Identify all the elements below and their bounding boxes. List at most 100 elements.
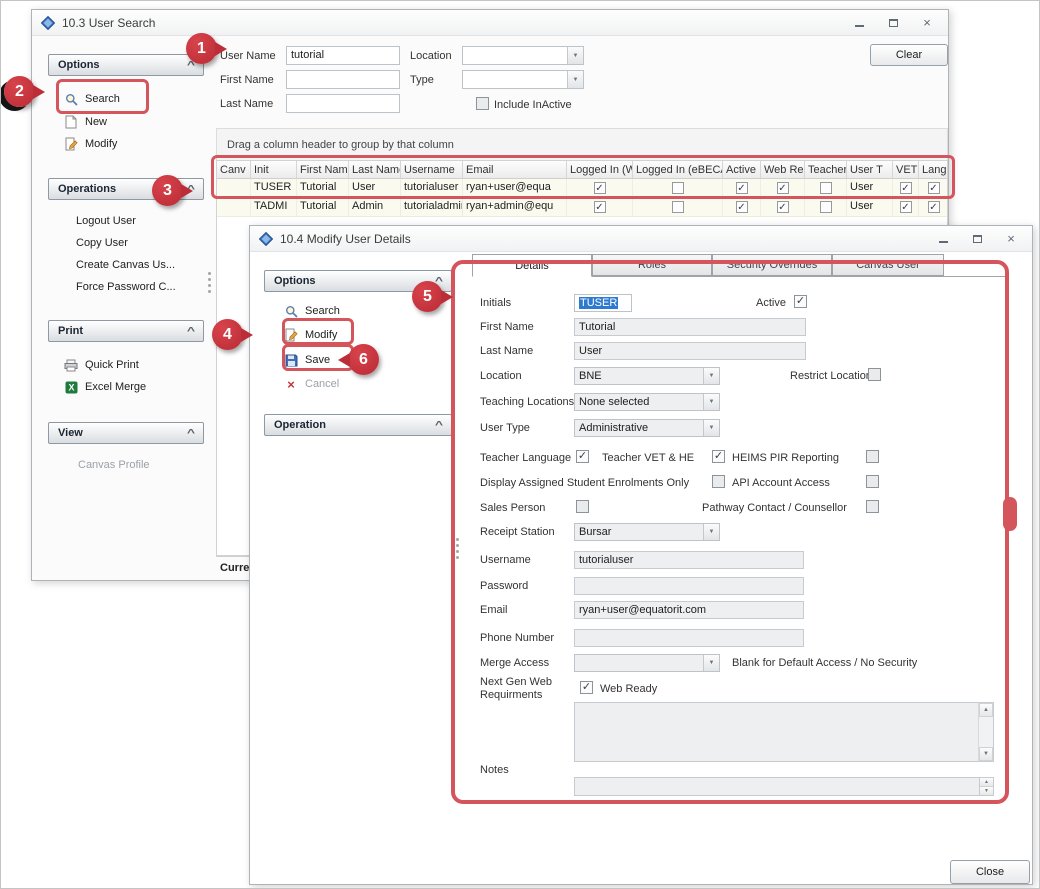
sidebar-item-excel-merge[interactable]: X Excel Merge xyxy=(64,378,146,396)
column-header-active[interactable]: Active xyxy=(723,161,761,178)
receipt-station-dropdown[interactable]: Bursar ▼ xyxy=(574,523,720,541)
close-button[interactable]: × xyxy=(1004,233,1018,245)
table-row[interactable]: TUSER Tutorial User tutorialuser ryan+us… xyxy=(217,179,947,198)
column-header-user-type[interactable]: User T xyxy=(847,161,893,178)
active-checkbox[interactable]: ✓ xyxy=(794,295,807,308)
sidebar-item-force-password[interactable]: Force Password C... xyxy=(76,278,176,296)
minimize-button[interactable] xyxy=(852,17,866,29)
cell-first-name: Tutorial xyxy=(297,179,349,197)
table-row[interactable]: TADMI Tutorial Admin tutorialadmin ryan+… xyxy=(217,198,947,217)
column-header-last-name[interactable]: Last Name xyxy=(349,161,401,178)
sidebar-item-modify[interactable]: Modify xyxy=(64,135,117,153)
options-group-header[interactable]: Options ^ xyxy=(48,54,204,76)
column-header-email[interactable]: Email xyxy=(463,161,567,178)
type-dropdown[interactable]: ▼ xyxy=(462,70,584,89)
dropdown-button[interactable]: ▼ xyxy=(703,394,719,410)
column-header-language[interactable]: Langua xyxy=(919,161,948,178)
maximize-button[interactable] xyxy=(886,17,900,29)
column-header-label: Email xyxy=(466,164,494,176)
edit-icon xyxy=(284,328,298,342)
sidebar-item-cancel[interactable]: × Cancel xyxy=(284,375,339,393)
app-icon xyxy=(41,16,55,30)
sidebar-item-quick-print[interactable]: Quick Print xyxy=(64,356,139,374)
api-access-checkbox[interactable] xyxy=(866,475,879,488)
teaching-locations-dropdown[interactable]: None selected ▼ xyxy=(574,393,720,411)
checkbox xyxy=(820,182,832,194)
restrict-location-checkbox[interactable] xyxy=(868,368,881,381)
sales-person-label: Sales Person xyxy=(480,502,545,514)
phone-number-input[interactable] xyxy=(574,629,804,647)
sidebar-item-canvas-profile[interactable]: Canvas Profile xyxy=(78,456,150,474)
first-name-input[interactable]: Tutorial xyxy=(574,318,806,336)
teacher-vet-checkbox[interactable]: ✓ xyxy=(712,450,725,463)
scroll-down-icon[interactable]: ▼ xyxy=(979,747,993,761)
close-dialog-button[interactable]: Close xyxy=(950,860,1030,884)
pathway-contact-checkbox[interactable] xyxy=(866,500,879,513)
notes-input[interactable]: ▲ ▼ xyxy=(574,777,994,796)
column-header-vet[interactable]: VET xyxy=(893,161,919,178)
spin-down-icon[interactable]: ▼ xyxy=(980,787,993,795)
dropdown-button[interactable]: ▼ xyxy=(567,47,583,64)
last-name-input[interactable]: User xyxy=(574,342,806,360)
column-header-init[interactable]: Init xyxy=(251,161,297,178)
username-input[interactable]: tutorialuser xyxy=(574,551,804,569)
operation-group-header[interactable]: Operation ^ xyxy=(264,414,452,436)
sidebar-item-search[interactable]: Search xyxy=(64,90,120,108)
nextgen-notes-textarea[interactable]: ▲ ▼ xyxy=(574,702,994,762)
notes-scrollbar[interactable]: ▲ ▼ xyxy=(978,703,993,761)
tab-security-overrides[interactable]: Security Overrides xyxy=(712,254,832,276)
column-header-web-ready[interactable]: Web Rea xyxy=(761,161,805,178)
display-assigned-checkbox[interactable] xyxy=(712,475,725,488)
column-header-logged-in-web[interactable]: Logged In (W xyxy=(567,161,633,178)
merge-access-dropdown[interactable]: ▼ xyxy=(574,654,720,672)
location-dropdown[interactable]: ▼ xyxy=(462,46,584,65)
dropdown-button[interactable]: ▼ xyxy=(567,71,583,88)
sidebar-item-logout-user[interactable]: Logout User xyxy=(76,212,136,230)
spin-up-icon[interactable]: ▲ xyxy=(980,778,993,787)
cell-logged-in-ebecas xyxy=(633,179,723,197)
sidebar-item-create-canvas-user[interactable]: Create Canvas Us... xyxy=(76,256,175,274)
sidebar-item-modify[interactable]: Modify xyxy=(284,326,337,344)
column-header-username[interactable]: Username xyxy=(401,161,463,178)
tab-canvas-user[interactable]: Canvas User xyxy=(832,254,944,276)
dropdown-button[interactable]: ▼ xyxy=(703,524,719,540)
password-input[interactable] xyxy=(574,577,804,595)
sidebar-item-new[interactable]: New xyxy=(64,113,107,131)
scroll-up-icon[interactable]: ▲ xyxy=(979,703,993,717)
email-input[interactable]: ryan+user@equatorit.com xyxy=(574,601,804,619)
maximize-button[interactable] xyxy=(970,233,984,245)
location-dropdown[interactable]: BNE ▼ xyxy=(574,367,720,385)
sidebar-item-save[interactable]: Save xyxy=(284,351,330,369)
clear-button[interactable]: Clear xyxy=(870,44,948,66)
group-by-hint-bar[interactable]: Drag a column header to group by that co… xyxy=(216,128,948,161)
initials-input[interactable]: TUSER xyxy=(574,294,632,312)
edit-icon xyxy=(64,137,78,151)
first-name-input[interactable] xyxy=(286,70,400,89)
column-header-logged-in-ebecas[interactable]: Logged In (eBECAS xyxy=(633,161,723,178)
dropdown-button[interactable]: ▼ xyxy=(703,655,719,671)
sidebar-item-copy-user[interactable]: Copy User xyxy=(76,234,128,252)
teacher-language-checkbox[interactable]: ✓ xyxy=(576,450,589,463)
tab-details[interactable]: Details xyxy=(472,254,592,277)
dropdown-button[interactable]: ▼ xyxy=(703,420,719,436)
column-header-teacher[interactable]: Teacher xyxy=(805,161,847,178)
last-name-input[interactable] xyxy=(286,94,400,113)
user-type-dropdown[interactable]: Administrative ▼ xyxy=(574,419,720,437)
sidebar-item-search[interactable]: Search xyxy=(284,302,340,320)
include-inactive-checkbox[interactable] xyxy=(476,97,489,110)
minimize-button[interactable] xyxy=(936,233,950,245)
sales-person-checkbox[interactable] xyxy=(576,500,589,513)
column-header-first-name[interactable]: First Nam xyxy=(297,161,349,178)
notes-spinner[interactable]: ▲ ▼ xyxy=(979,778,993,795)
view-group-header[interactable]: View ^ xyxy=(48,422,204,444)
user-name-input[interactable]: tutorial xyxy=(286,46,400,65)
print-group-header[interactable]: Print ^ xyxy=(48,320,204,342)
dropdown-button[interactable]: ▼ xyxy=(703,368,719,384)
splitter-handle[interactable] xyxy=(456,538,460,562)
heims-pir-checkbox[interactable] xyxy=(866,450,879,463)
column-header-canvas[interactable]: Canv▼ xyxy=(217,161,251,178)
tab-roles[interactable]: Roles xyxy=(592,254,712,276)
web-ready-checkbox[interactable]: ✓ xyxy=(580,681,593,694)
splitter-handle[interactable] xyxy=(208,272,212,296)
close-button[interactable]: × xyxy=(920,17,934,29)
